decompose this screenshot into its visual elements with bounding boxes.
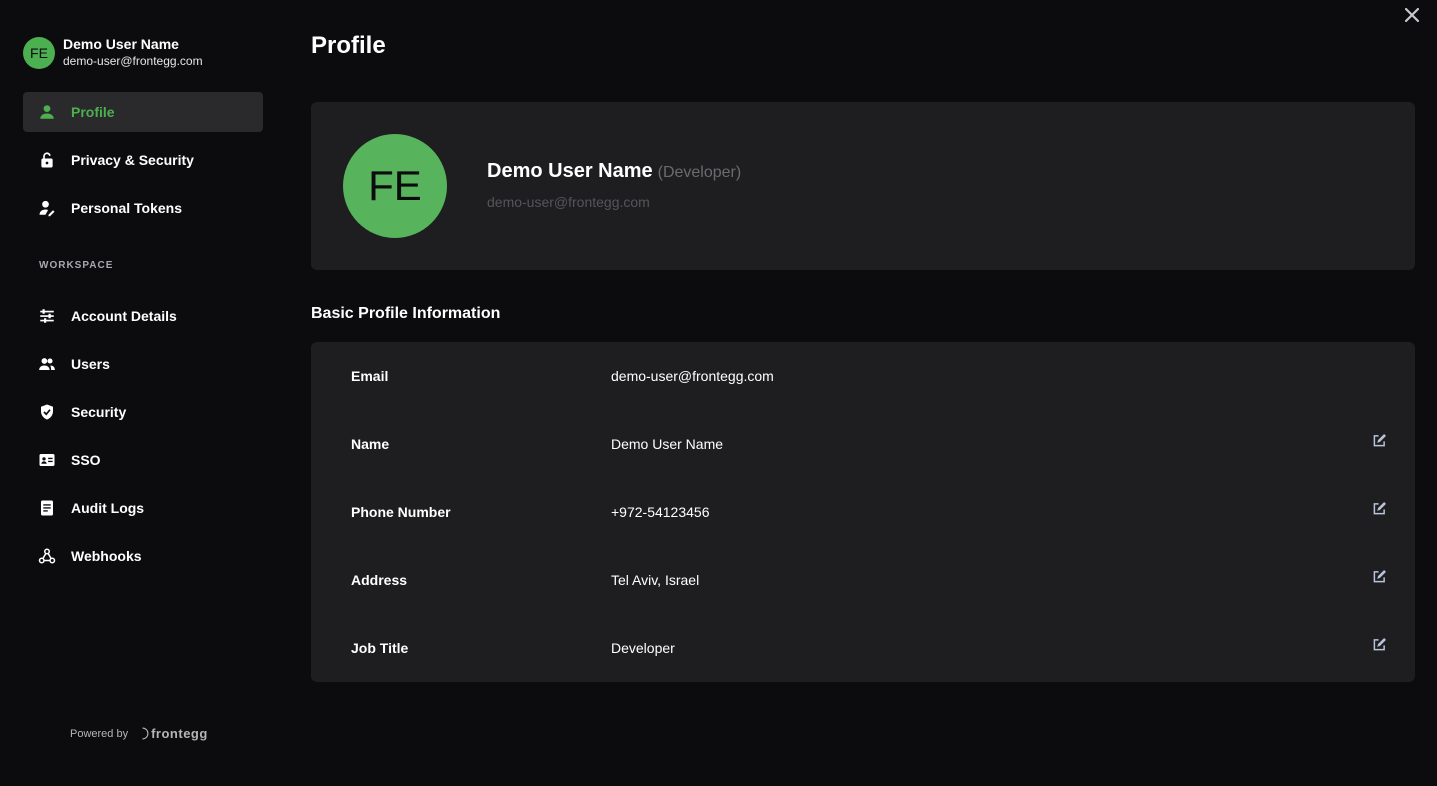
user-email: demo-user@frontegg.com xyxy=(63,54,203,68)
workspace-section-title: WORKSPACE xyxy=(39,260,114,271)
personal-nav: Profile Privacy & Security Personal Toke… xyxy=(23,92,263,236)
powered-by: Powered by frontegg xyxy=(70,726,208,741)
profile-name-row: Demo User Name (Developer) xyxy=(487,160,741,183)
user-name: Demo User Name xyxy=(63,36,179,52)
workspace-nav: Account Details Users Security SSO Audit… xyxy=(23,296,263,584)
sidebar-item-account-details[interactable]: Account Details xyxy=(23,296,263,336)
field-value: Demo User Name xyxy=(611,436,724,452)
field-row-phone: Phone Number +972-54123456 xyxy=(311,478,1415,546)
shield-check-icon xyxy=(37,402,57,422)
field-label: Email xyxy=(351,368,389,384)
frontegg-logo-icon xyxy=(137,727,149,740)
close-icon xyxy=(1405,8,1419,22)
field-label: Phone Number xyxy=(351,504,451,520)
edit-icon xyxy=(1373,501,1386,514)
field-value: Developer xyxy=(611,640,675,656)
document-icon xyxy=(37,498,57,518)
sidebar-item-label: SSO xyxy=(71,452,101,468)
profile-role: (Developer) xyxy=(657,164,742,181)
user-key-icon xyxy=(37,198,57,218)
field-label: Job Title xyxy=(351,640,409,656)
person-icon xyxy=(37,102,57,122)
sidebar-item-privacy-security[interactable]: Privacy & Security xyxy=(23,140,263,180)
user-info: Demo User Name demo-user@frontegg.com xyxy=(63,36,203,69)
webhook-icon xyxy=(37,546,57,566)
sidebar: FE Demo User Name demo-user@frontegg.com… xyxy=(0,0,287,786)
sidebar-item-label: Personal Tokens xyxy=(71,200,183,216)
sidebar-item-audit-logs[interactable]: Audit Logs xyxy=(23,488,263,528)
edit-icon xyxy=(1373,637,1386,650)
sidebar-item-label: Profile xyxy=(71,104,115,120)
profile-email: demo-user@frontegg.com xyxy=(487,194,650,210)
edit-job-title-button[interactable] xyxy=(1371,636,1387,652)
profile-avatar[interactable]: FE xyxy=(343,134,447,238)
powered-by-text: Powered by xyxy=(70,727,129,740)
sidebar-item-label: Privacy & Security xyxy=(71,152,194,168)
id-card-icon xyxy=(37,450,57,470)
field-value: demo-user@frontegg.com xyxy=(611,368,774,384)
sidebar-item-label: Account Details xyxy=(71,308,177,324)
profile-settings-app: FE Demo User Name demo-user@frontegg.com… xyxy=(0,0,1437,786)
field-label: Address xyxy=(351,572,408,588)
sidebar-item-profile[interactable]: Profile xyxy=(23,92,263,132)
sidebar-item-webhooks[interactable]: Webhooks xyxy=(23,536,263,576)
profile-name: Demo User Name xyxy=(487,160,653,182)
field-value: Tel Aviv, Israel xyxy=(611,572,700,588)
sidebar-item-users[interactable]: Users xyxy=(23,344,263,384)
frontegg-logo[interactable]: frontegg xyxy=(136,726,208,741)
basic-info-heading: Basic Profile Information xyxy=(311,305,501,322)
field-value: +972-54123456 xyxy=(611,504,710,520)
edit-icon xyxy=(1373,569,1386,582)
brand-name: frontegg xyxy=(151,726,208,741)
sliders-icon xyxy=(37,306,57,326)
sidebar-item-label: Webhooks xyxy=(71,548,142,564)
lock-icon xyxy=(37,150,57,170)
basic-info-card: Email demo-user@frontegg.com Name Demo U… xyxy=(311,342,1415,682)
field-row-name: Name Demo User Name xyxy=(311,410,1415,478)
edit-icon xyxy=(1373,433,1386,446)
sidebar-item-label: Users xyxy=(71,356,110,372)
edit-phone-button[interactable] xyxy=(1371,500,1387,516)
avatar: FE xyxy=(23,36,55,69)
sidebar-item-label: Security xyxy=(71,404,127,420)
edit-name-button[interactable] xyxy=(1371,432,1387,448)
field-row-job-title: Job Title Developer xyxy=(311,614,1415,682)
user-block: FE Demo User Name demo-user@frontegg.com xyxy=(23,36,203,69)
sidebar-item-label: Audit Logs xyxy=(71,500,145,516)
sidebar-item-security[interactable]: Security xyxy=(23,392,263,432)
close-button[interactable] xyxy=(1401,4,1423,26)
profile-summary-card: FE Demo User Name (Developer) demo-user@… xyxy=(311,102,1415,270)
page-title: Profile xyxy=(311,32,386,59)
sidebar-item-personal-tokens[interactable]: Personal Tokens xyxy=(23,188,263,228)
sidebar-item-sso[interactable]: SSO xyxy=(23,440,263,480)
users-icon xyxy=(37,354,57,374)
edit-address-button[interactable] xyxy=(1371,568,1387,584)
field-row-address: Address Tel Aviv, Israel xyxy=(311,546,1415,614)
field-label: Name xyxy=(351,436,390,452)
field-row-email: Email demo-user@frontegg.com xyxy=(311,342,1415,410)
